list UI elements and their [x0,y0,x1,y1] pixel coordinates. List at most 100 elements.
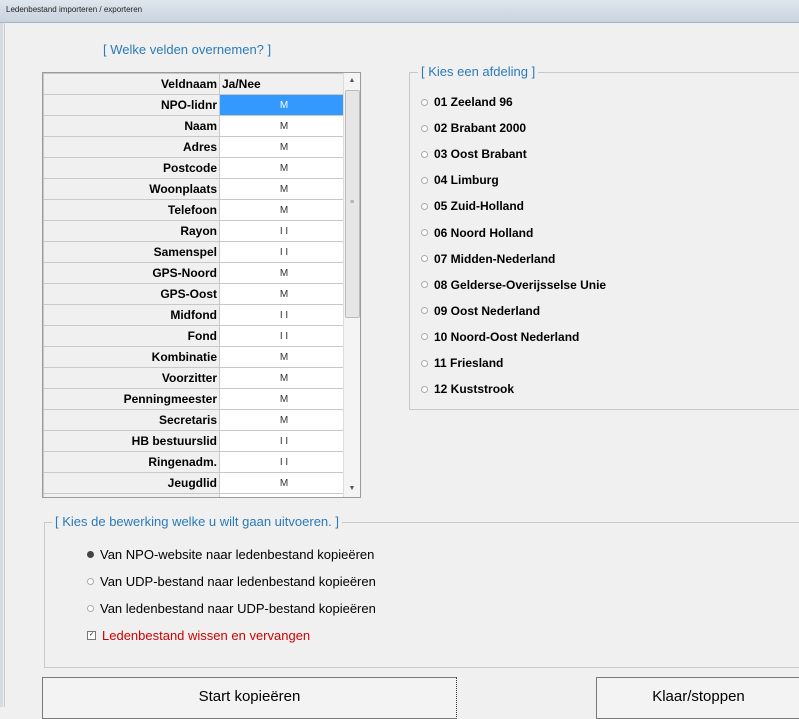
radio-button-icon[interactable] [421,333,428,341]
start-kopieeren-button[interactable]: Start kopieëren [42,677,457,719]
field-toggle-cell[interactable]: I I [219,241,349,263]
table-row[interactable]: Postcode M [43,157,349,179]
radio-button-icon[interactable] [87,578,94,585]
field-toggle-cell[interactable]: M [219,262,349,284]
afdeling-option-label: 07 Midden-Nederland [434,251,556,266]
afdeling-radio-option[interactable]: 06 Noord Holland [421,226,533,240]
grid-vertical-scrollbar[interactable]: ▲ ≡ ▼ [343,73,360,497]
radio-button-icon[interactable] [421,229,428,236]
radio-button-icon[interactable] [87,605,94,612]
table-row[interactable]: Secretaris M [43,409,349,431]
field-toggle-cell[interactable]: M [219,157,349,179]
field-name-cell: Ringenadm. [43,451,220,473]
afdeling-option-label: 04 Limburg [434,173,499,188]
radio-button-icon[interactable] [421,255,428,263]
klaar-stoppen-button[interactable]: Klaar/stoppen [596,677,799,719]
afdeling-option-label: 05 Zuid-Holland [434,199,524,214]
table-row[interactable]: Samenspel I I [43,241,349,263]
radio-button-icon[interactable] [421,307,428,315]
radio-button-icon[interactable] [421,202,428,210]
field-toggle-cell[interactable]: M [219,346,349,368]
table-row[interactable]: Telefoon M [43,199,349,221]
table-row[interactable]: GPS-Noord M [43,262,349,284]
radio-button-icon[interactable] [421,385,428,393]
window-left-edge [0,22,3,707]
radio-button-icon[interactable] [421,176,428,184]
field-name-cell: Woonplaats [43,178,220,200]
table-row[interactable]: GPS-Oost M [43,283,349,305]
table-row[interactable]: Voorzitter M [43,367,349,389]
field-toggle-cell[interactable]: M [219,409,349,431]
radio-button-icon[interactable] [421,150,428,158]
fields-grid[interactable]: Veldnaam Ja/Nee NPO-lidnr M Naam M Adres M Pos… [42,72,361,498]
afdeling-radio-option[interactable]: 08 Gelderse-Overijsselse Unie [421,278,606,292]
checkbox-check-icon[interactable]: ✓ [87,631,96,640]
field-toggle-cell[interactable]: M [219,283,349,305]
afdeling-radio-option[interactable]: 07 Midden-Nederland [421,252,555,266]
table-row[interactable]: Jeugdlid M [43,472,349,494]
wissen-checkbox[interactable]: ✓ Ledenbestand wissen en vervangen [87,628,310,643]
field-toggle-cell[interactable]: M [219,94,349,116]
afdeling-radio-option[interactable]: 02 Brabant 2000 [421,121,526,135]
field-name-cell: Postcode [43,157,220,179]
field-name-cell: Rayon [43,220,220,242]
field-name-cell: Adres [43,136,220,158]
grid-header-name: Veldnaam [43,73,220,95]
field-toggle-cell[interactable]: I I [219,304,349,326]
bewerking-radio-option[interactable]: Van UDP-bestand naar ledenbestand kopieë… [87,574,376,589]
field-toggle-cell[interactable]: M [219,388,349,410]
wissen-checkbox-label: Ledenbestand wissen en vervangen [102,628,311,643]
afdeling-option-label: 06 Noord Holland [434,225,534,240]
table-row[interactable]: Naam M [43,115,349,137]
afdeling-radio-option[interactable]: 04 Limburg [421,173,499,187]
table-row[interactable]: Fond I I [43,325,349,347]
field-toggle-cell[interactable]: I I [219,493,349,497]
afdeling-option-label: 10 Noord-Oost Nederland [434,329,580,344]
field-name-cell: CHICO [43,493,220,497]
scrollbar-thumb[interactable]: ≡ [345,90,360,318]
afdeling-radio-option[interactable]: 12 Kuststrook [421,382,514,396]
table-row[interactable]: NPO-lidnr M [43,94,349,116]
field-toggle-cell[interactable]: M [219,472,349,494]
table-row[interactable]: Rayon I I [43,220,349,242]
radio-button-icon[interactable] [421,359,428,367]
scrollbar-grip-icon: ≡ [350,199,355,206]
table-row[interactable]: Woonplaats M [43,178,349,200]
scroll-up-arrow-icon[interactable]: ▲ [344,73,360,89]
afdeling-option-label: 03 Oost Brabant [434,147,527,162]
field-toggle-cell[interactable]: I I [219,220,349,242]
afdeling-radio-option[interactable]: 01 Zeeland 96 [421,95,513,109]
radio-button-icon[interactable] [87,551,94,558]
afdeling-radio-option[interactable]: 03 Oost Brabant [421,147,527,161]
table-row[interactable]: Kombinatie M [43,346,349,368]
bewerking-group [44,522,799,668]
field-name-cell: Kombinatie [43,346,220,368]
table-row[interactable]: CHICOI I [43,493,349,497]
field-toggle-cell[interactable]: M [219,136,349,158]
field-name-cell: Naam [43,115,220,137]
afdeling-option-label: 12 Kuststrook [434,382,515,397]
grid-header-row: Veldnaam Ja/Nee [43,73,349,95]
afdeling-radio-option[interactable]: 05 Zuid-Holland [421,199,524,213]
afdeling-radio-option[interactable]: 09 Oost Nederland [421,304,540,318]
bewerking-radio-option[interactable]: Van ledenbestand naar UDP-bestand kopieë… [87,601,376,616]
table-row[interactable]: Midfond I I [43,304,349,326]
bewerking-radio-option[interactable]: Van NPO-website naar ledenbestand kopieë… [87,547,374,562]
radio-button-icon[interactable] [421,281,428,289]
table-row[interactable]: Ringenadm. I I [43,451,349,473]
afdeling-radio-option[interactable]: 10 Noord-Oost Nederland [421,330,579,344]
field-toggle-cell[interactable]: M [219,199,349,221]
afdeling-radio-option[interactable]: 11 Friesland [421,356,503,370]
field-toggle-cell[interactable]: M [219,115,349,137]
table-row[interactable]: Adres M [43,136,349,158]
field-toggle-cell[interactable]: M [219,178,349,200]
radio-button-icon[interactable] [421,124,428,132]
table-row[interactable]: Penningmeester M [43,388,349,410]
radio-button-icon[interactable] [421,98,428,106]
scroll-down-arrow-icon[interactable]: ▼ [344,481,360,497]
table-row[interactable]: HB bestuurslid I I [43,430,349,452]
field-toggle-cell[interactable]: I I [219,451,349,473]
field-toggle-cell[interactable]: M [219,367,349,389]
field-toggle-cell[interactable]: I I [219,325,349,347]
field-toggle-cell[interactable]: I I [219,430,349,452]
